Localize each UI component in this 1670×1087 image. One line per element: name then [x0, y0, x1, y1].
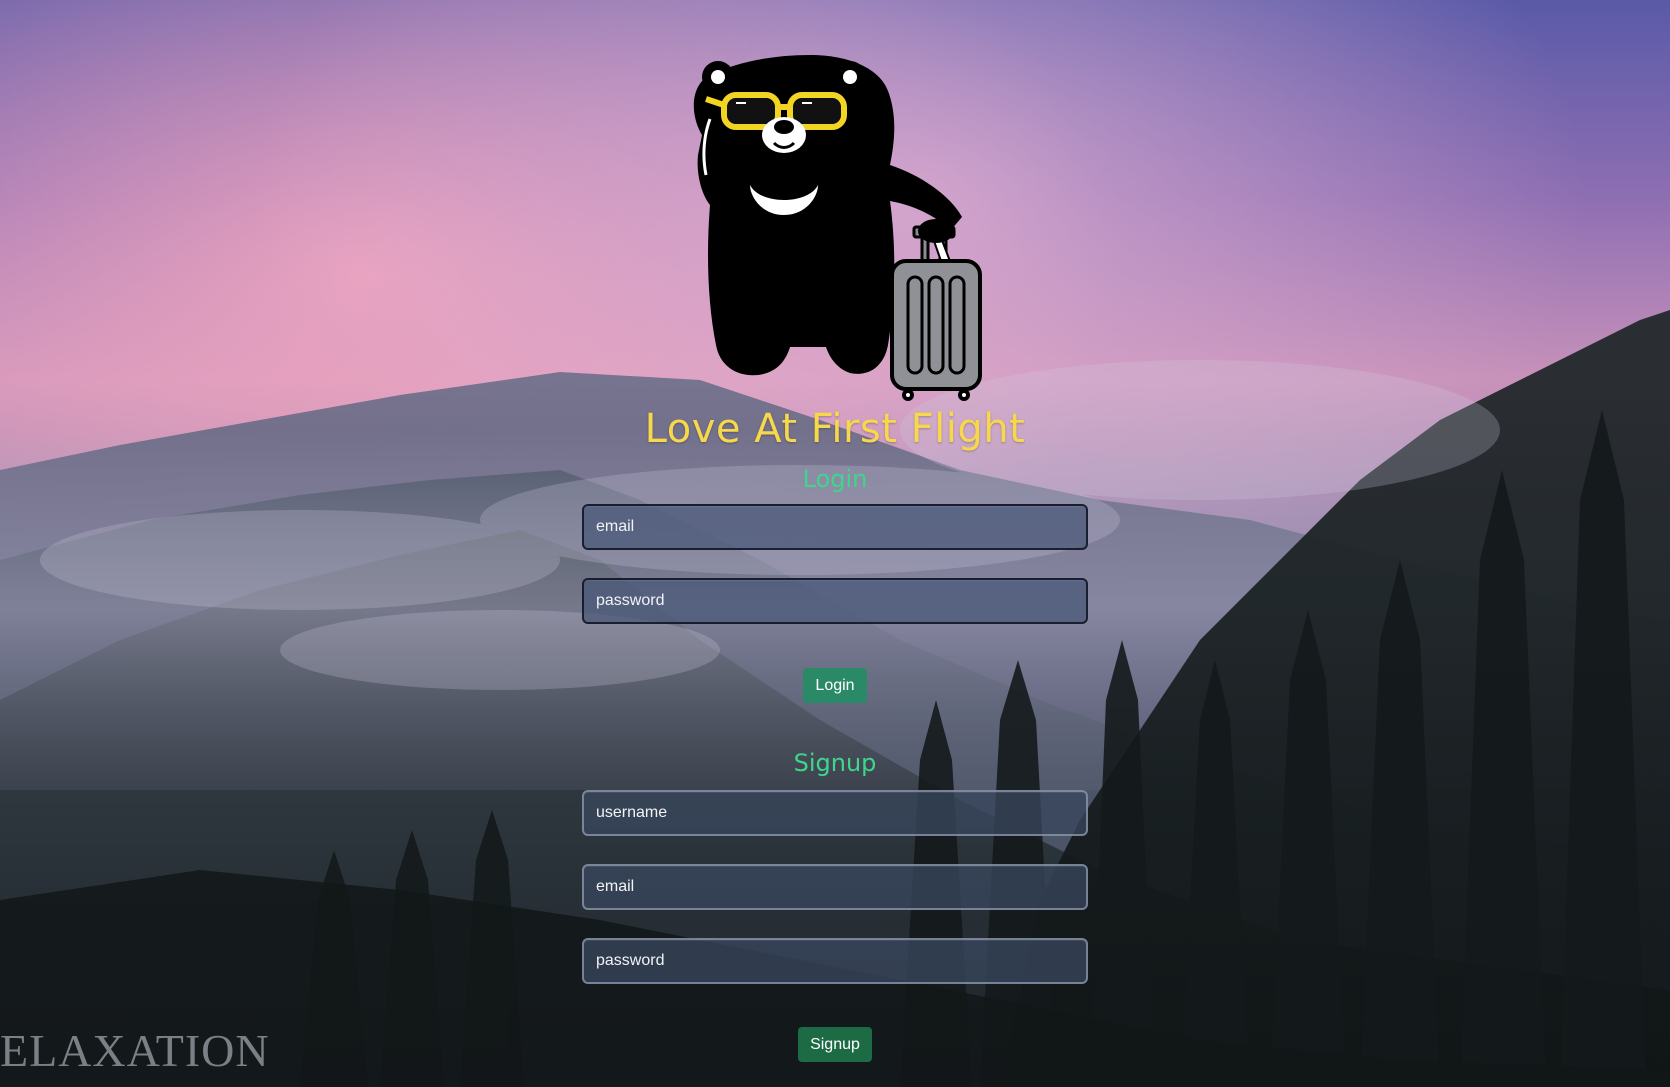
app-title: Love At First Flight [644, 406, 1026, 452]
login-password-input[interactable] [582, 578, 1088, 624]
signup-heading: Signup [793, 749, 877, 777]
login-button[interactable]: Login [803, 668, 867, 703]
signup-email-input[interactable] [582, 864, 1088, 910]
background-watermark: ELAXATION [0, 1025, 270, 1076]
bear-with-suitcase-icon [650, 55, 1010, 415]
signup-password-input[interactable] [582, 938, 1088, 984]
login-heading: Login [802, 465, 868, 493]
signup-username-input[interactable] [582, 790, 1088, 836]
signup-button[interactable]: Signup [798, 1027, 872, 1062]
login-email-input[interactable] [582, 504, 1088, 550]
